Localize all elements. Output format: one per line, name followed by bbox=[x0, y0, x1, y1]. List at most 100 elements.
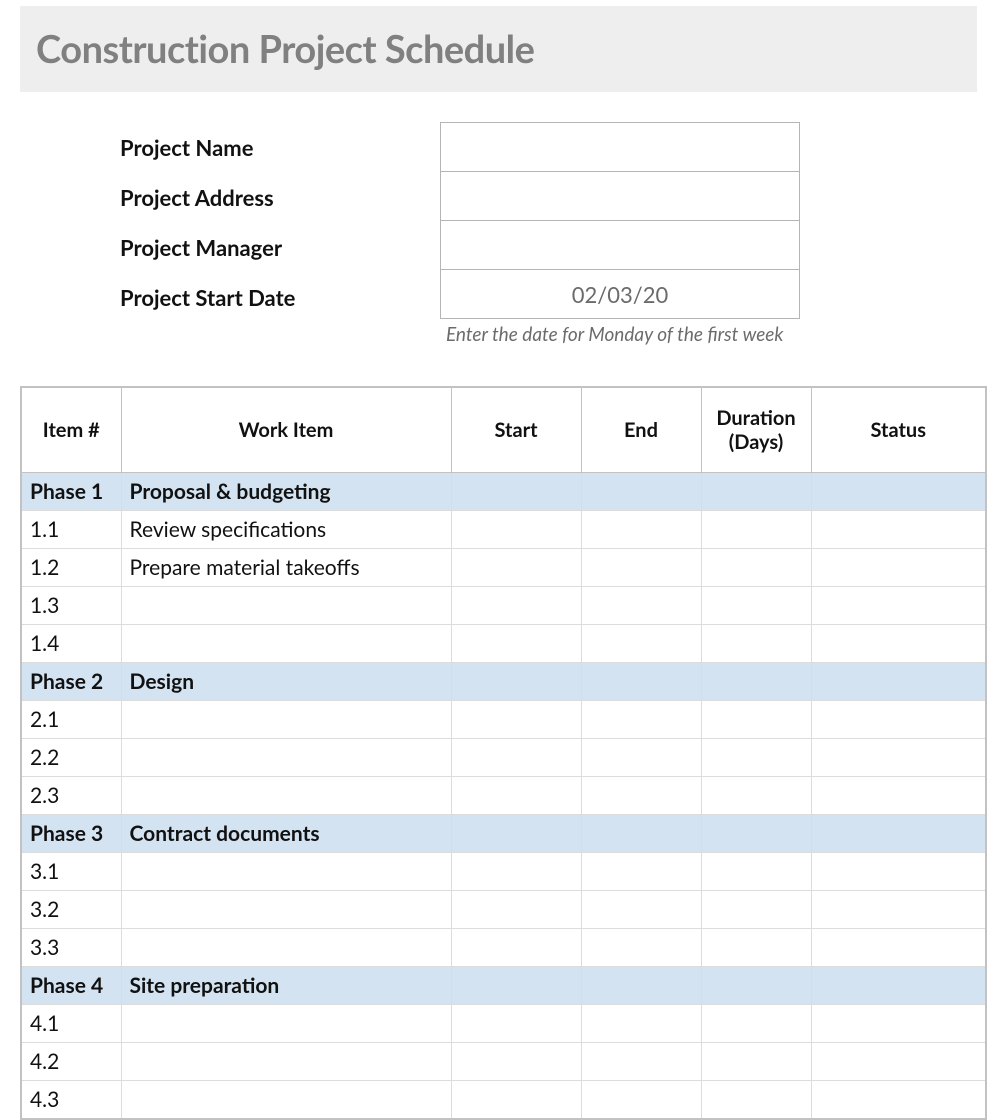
cell-end[interactable] bbox=[581, 663, 701, 701]
cell-status[interactable] bbox=[811, 853, 986, 891]
cell-status[interactable] bbox=[811, 701, 986, 739]
cell-work[interactable]: Site preparation bbox=[121, 967, 451, 1005]
cell-status[interactable] bbox=[811, 929, 986, 967]
cell-start[interactable] bbox=[451, 815, 581, 853]
cell-duration[interactable] bbox=[701, 625, 811, 663]
cell-end[interactable] bbox=[581, 929, 701, 967]
cell-work[interactable] bbox=[121, 853, 451, 891]
field-project-address[interactable] bbox=[440, 171, 800, 221]
cell-start[interactable] bbox=[451, 473, 581, 511]
cell-start[interactable] bbox=[451, 853, 581, 891]
cell-item[interactable]: 3.2 bbox=[21, 891, 121, 929]
cell-end[interactable] bbox=[581, 777, 701, 815]
cell-start[interactable] bbox=[451, 929, 581, 967]
cell-work[interactable] bbox=[121, 777, 451, 815]
cell-end[interactable] bbox=[581, 815, 701, 853]
cell-end[interactable] bbox=[581, 701, 701, 739]
cell-duration[interactable] bbox=[701, 701, 811, 739]
cell-duration[interactable] bbox=[701, 1043, 811, 1081]
field-project-start-date[interactable]: 02/03/20 bbox=[440, 269, 800, 319]
cell-end[interactable] bbox=[581, 967, 701, 1005]
cell-start[interactable] bbox=[451, 891, 581, 929]
cell-duration[interactable] bbox=[701, 549, 811, 587]
cell-item[interactable]: 3.3 bbox=[21, 929, 121, 967]
cell-status[interactable] bbox=[811, 625, 986, 663]
cell-duration[interactable] bbox=[701, 587, 811, 625]
cell-status[interactable] bbox=[811, 777, 986, 815]
cell-item[interactable]: 1.2 bbox=[21, 549, 121, 587]
cell-end[interactable] bbox=[581, 473, 701, 511]
cell-end[interactable] bbox=[581, 739, 701, 777]
cell-end[interactable] bbox=[581, 1081, 701, 1120]
cell-work[interactable] bbox=[121, 891, 451, 929]
cell-status[interactable] bbox=[811, 1081, 986, 1120]
cell-status[interactable] bbox=[811, 473, 986, 511]
cell-duration[interactable] bbox=[701, 739, 811, 777]
cell-item[interactable]: Phase 2 bbox=[21, 663, 121, 701]
cell-item[interactable]: 4.3 bbox=[21, 1081, 121, 1120]
cell-start[interactable] bbox=[451, 549, 581, 587]
cell-end[interactable] bbox=[581, 549, 701, 587]
cell-duration[interactable] bbox=[701, 511, 811, 549]
cell-item[interactable]: Phase 4 bbox=[21, 967, 121, 1005]
cell-duration[interactable] bbox=[701, 473, 811, 511]
cell-item[interactable]: 3.1 bbox=[21, 853, 121, 891]
cell-work[interactable]: Contract documents bbox=[121, 815, 451, 853]
cell-start[interactable] bbox=[451, 701, 581, 739]
cell-status[interactable] bbox=[811, 511, 986, 549]
cell-work[interactable] bbox=[121, 739, 451, 777]
cell-status[interactable] bbox=[811, 891, 986, 929]
cell-work[interactable]: Proposal & budgeting bbox=[121, 473, 451, 511]
cell-work[interactable] bbox=[121, 625, 451, 663]
cell-end[interactable] bbox=[581, 853, 701, 891]
cell-start[interactable] bbox=[451, 1081, 581, 1120]
cell-work[interactable]: Prepare material takeoffs bbox=[121, 549, 451, 587]
cell-status[interactable] bbox=[811, 739, 986, 777]
cell-work[interactable] bbox=[121, 701, 451, 739]
field-project-manager[interactable] bbox=[440, 220, 800, 270]
cell-start[interactable] bbox=[451, 1043, 581, 1081]
cell-end[interactable] bbox=[581, 1043, 701, 1081]
cell-item[interactable]: 2.2 bbox=[21, 739, 121, 777]
cell-item[interactable]: 2.1 bbox=[21, 701, 121, 739]
cell-start[interactable] bbox=[451, 739, 581, 777]
cell-item[interactable]: 1.3 bbox=[21, 587, 121, 625]
cell-item[interactable]: Phase 1 bbox=[21, 473, 121, 511]
cell-status[interactable] bbox=[811, 1043, 986, 1081]
cell-item[interactable]: 4.2 bbox=[21, 1043, 121, 1081]
cell-work[interactable]: Review specifications bbox=[121, 511, 451, 549]
cell-start[interactable] bbox=[451, 967, 581, 1005]
cell-end[interactable] bbox=[581, 891, 701, 929]
cell-work[interactable] bbox=[121, 1043, 451, 1081]
cell-duration[interactable] bbox=[701, 1081, 811, 1120]
cell-status[interactable] bbox=[811, 663, 986, 701]
cell-work[interactable]: Design bbox=[121, 663, 451, 701]
cell-duration[interactable] bbox=[701, 967, 811, 1005]
cell-item[interactable]: 1.4 bbox=[21, 625, 121, 663]
cell-duration[interactable] bbox=[701, 853, 811, 891]
cell-start[interactable] bbox=[451, 663, 581, 701]
cell-duration[interactable] bbox=[701, 815, 811, 853]
cell-item[interactable]: 2.3 bbox=[21, 777, 121, 815]
cell-work[interactable] bbox=[121, 1081, 451, 1120]
cell-start[interactable] bbox=[451, 511, 581, 549]
cell-duration[interactable] bbox=[701, 663, 811, 701]
cell-status[interactable] bbox=[811, 549, 986, 587]
cell-duration[interactable] bbox=[701, 777, 811, 815]
cell-status[interactable] bbox=[811, 587, 986, 625]
cell-duration[interactable] bbox=[701, 929, 811, 967]
cell-duration[interactable] bbox=[701, 891, 811, 929]
cell-end[interactable] bbox=[581, 511, 701, 549]
cell-start[interactable] bbox=[451, 625, 581, 663]
cell-end[interactable] bbox=[581, 587, 701, 625]
cell-end[interactable] bbox=[581, 625, 701, 663]
cell-status[interactable] bbox=[811, 815, 986, 853]
cell-work[interactable] bbox=[121, 929, 451, 967]
cell-work[interactable] bbox=[121, 587, 451, 625]
cell-item[interactable]: Phase 3 bbox=[21, 815, 121, 853]
field-project-name[interactable] bbox=[440, 122, 800, 172]
cell-start[interactable] bbox=[451, 587, 581, 625]
cell-item[interactable]: 1.1 bbox=[21, 511, 121, 549]
cell-start[interactable] bbox=[451, 777, 581, 815]
cell-status[interactable] bbox=[811, 967, 986, 1005]
